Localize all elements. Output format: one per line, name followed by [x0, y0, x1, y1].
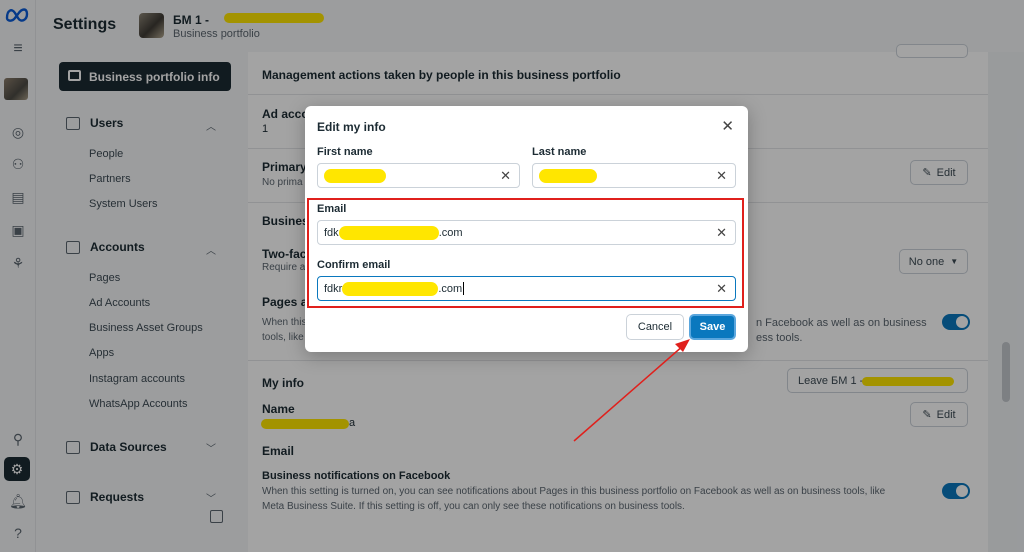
- annotation-arrow: [573, 339, 690, 442]
